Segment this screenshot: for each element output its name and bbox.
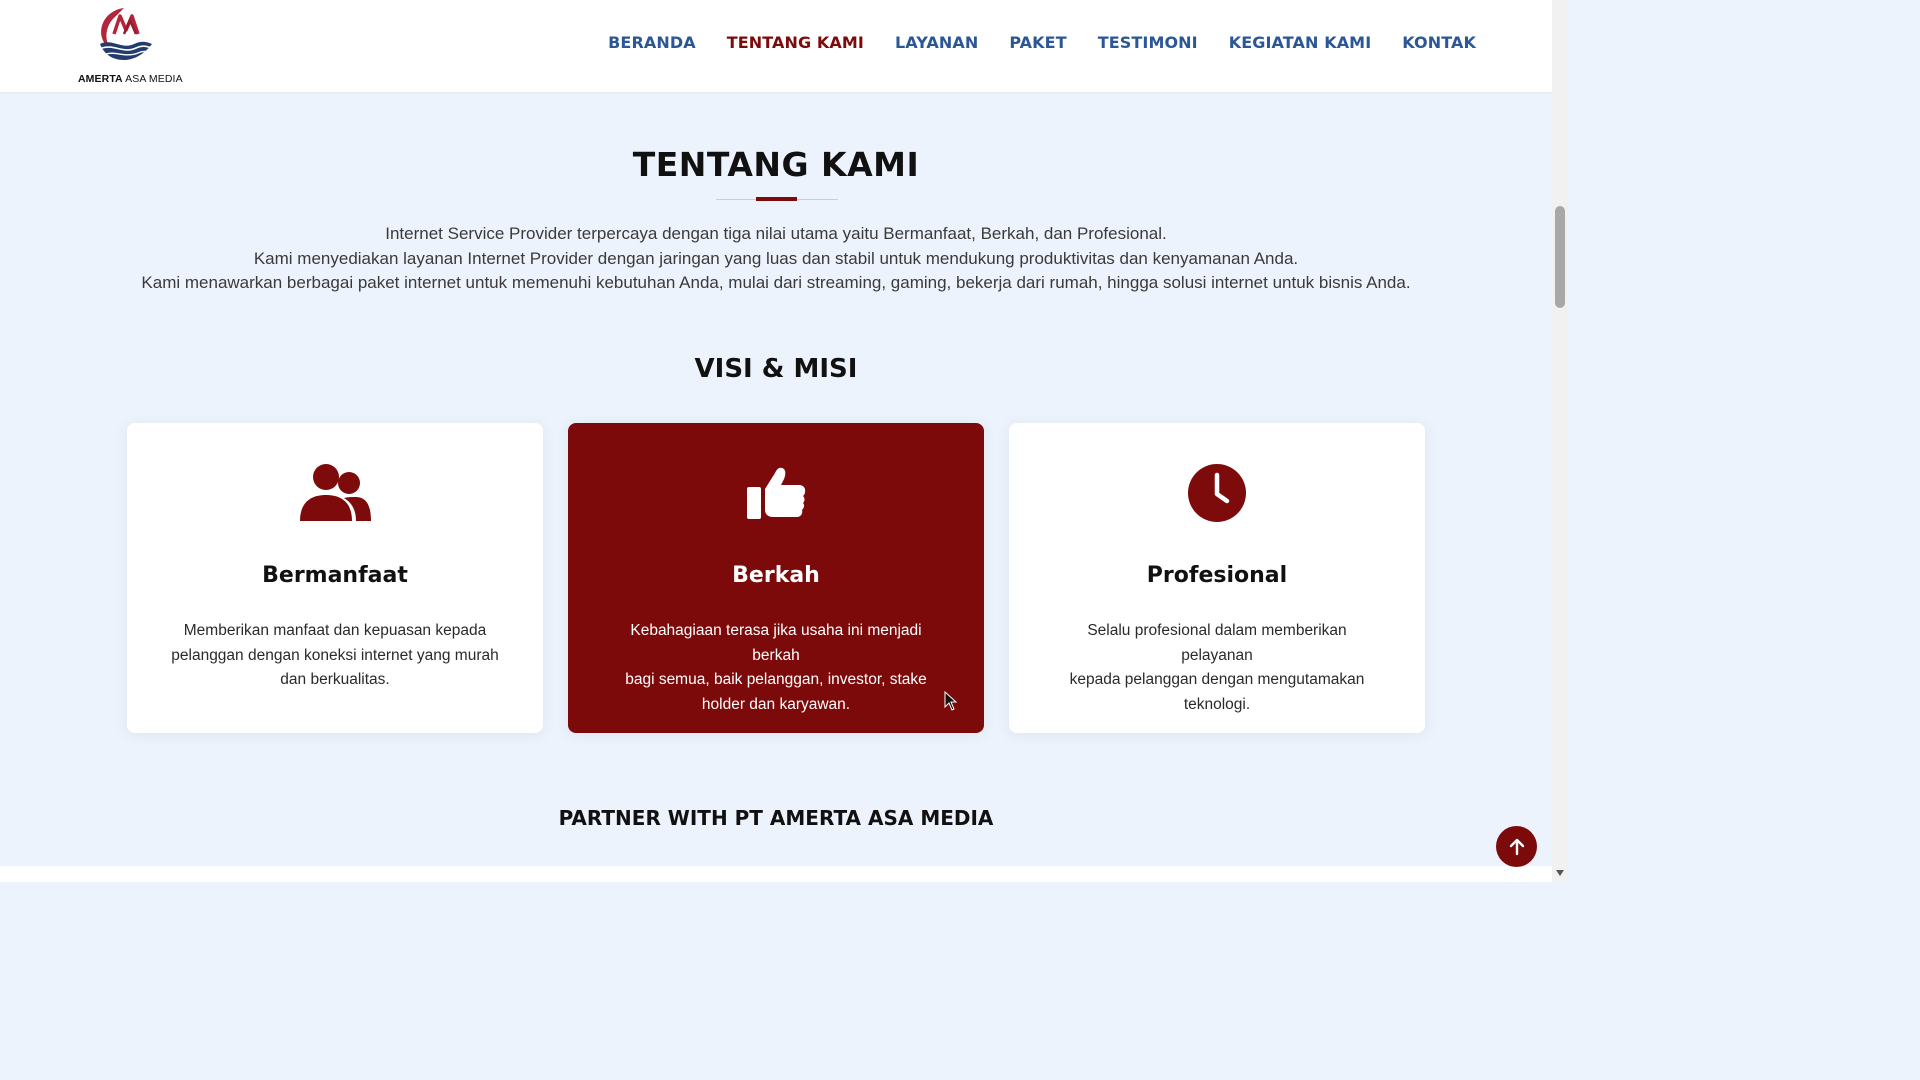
visi-misi-title: VISI & MISI: [694, 354, 858, 384]
nav-testimoni[interactable]: TESTIMONI: [1098, 33, 1198, 52]
clock-icon: [1009, 461, 1425, 525]
nav-kegiatan-kami[interactable]: KEGIATAN KAMI: [1229, 33, 1372, 52]
card-description: Selalu profesional dalam memberikan pela…: [1069, 622, 1365, 713]
scrollbar-thumb[interactable]: [1555, 206, 1565, 308]
nav-layanan[interactable]: LAYANAN: [895, 33, 978, 52]
scroll-down-arrow-icon[interactable]: [1556, 870, 1564, 876]
about-line-2: Kami menyediakan layanan Internet Provid…: [253, 248, 1299, 268]
brand-name: AMERTA ASA MEDIA: [78, 73, 183, 85]
nav-paket[interactable]: PAKET: [1009, 33, 1066, 52]
brand-logo[interactable]: AMERTA ASA MEDIA: [72, 2, 183, 88]
card-description: Kebahagiaan terasa jika usaha ini menjad…: [625, 622, 927, 713]
about-line-1: Internet Service Provider terpercaya den…: [385, 224, 1167, 243]
nav-beranda[interactable]: BERANDA: [608, 33, 696, 52]
card-bermanfaat: Bermanfaat Memberikan manfaat dan kepuas…: [127, 423, 543, 733]
next-section-edge: [0, 866, 1552, 882]
main-nav: BERANDA TENTANG KAMI LAYANAN PAKET TESTI…: [608, 33, 1476, 52]
about-title: TENTANG KAMI: [632, 145, 920, 184]
mouse-cursor-icon: [944, 690, 958, 715]
title-divider-accent: [756, 197, 797, 201]
logo-mark-icon: [100, 8, 152, 60]
card-title: Berkah: [732, 563, 820, 588]
page-scrollbar[interactable]: [1552, 0, 1568, 882]
card-title: Bermanfaat: [262, 563, 408, 588]
about-line-3: Kami menawarkan berbagai paket internet …: [141, 273, 1411, 292]
nav-kontak[interactable]: KONTAK: [1402, 33, 1476, 52]
thumbs-up-icon: [568, 461, 984, 525]
navbar: AMERTA ASA MEDIA BERANDA TENTANG KAMI LA…: [0, 0, 1552, 92]
card-profesional: Profesional Selalu profesional dalam mem…: [1009, 423, 1425, 733]
card-description: Memberikan manfaat dan kepuasan kepada p…: [171, 622, 499, 688]
nav-tentang-kami[interactable]: TENTANG KAMI: [727, 33, 864, 52]
partner-title: PARTNER WITH PT AMERTA ASA MEDIA: [558, 806, 994, 830]
about-description: Internet Service Provider terpercaya den…: [0, 222, 1552, 296]
users-icon: [127, 461, 543, 525]
card-berkah: Berkah Kebahagiaan terasa jika usaha ini…: [568, 423, 984, 733]
card-title: Profesional: [1146, 563, 1288, 588]
arrow-up-icon: [1509, 838, 1524, 855]
back-to-top-button[interactable]: [1496, 826, 1537, 867]
